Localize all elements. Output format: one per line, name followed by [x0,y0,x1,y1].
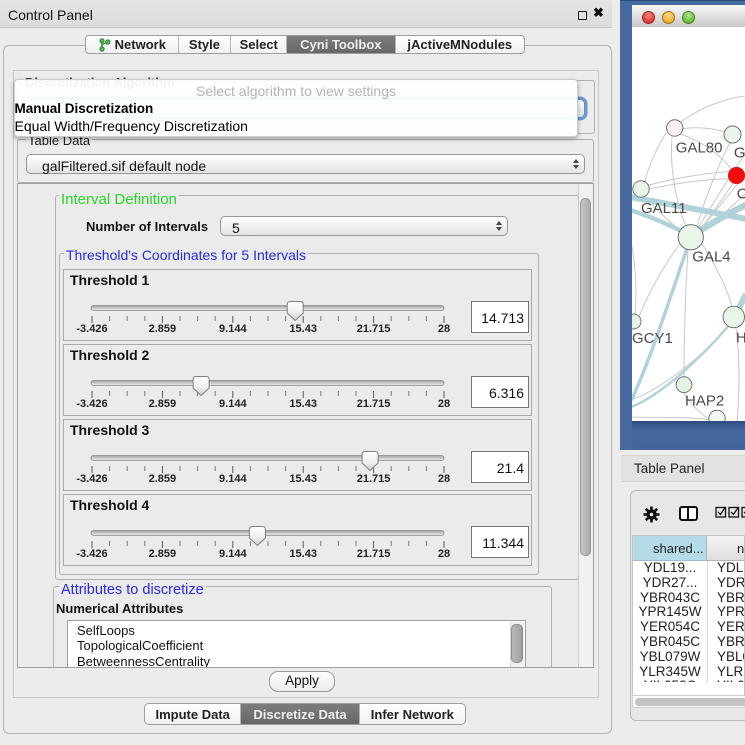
svg-text:2.859: 2.859 [149,548,177,560]
svg-text:9.144: 9.144 [219,473,247,485]
svg-text:-3.426: -3.426 [76,398,107,410]
svg-text:C: C [737,186,745,203]
svg-text:15.43: 15.43 [289,398,317,410]
svg-text:9.144: 9.144 [219,548,247,560]
svg-text:21.715: 21.715 [357,548,391,560]
svg-text:2.859: 2.859 [149,473,177,485]
svg-text:21.715: 21.715 [357,398,391,410]
svg-text:21.715: 21.715 [357,323,391,335]
svg-text:HAP2: HAP2 [685,393,724,410]
svg-text:28: 28 [438,473,450,485]
svg-text:H: H [736,330,745,347]
svg-text:GA: GA [734,145,745,162]
svg-text:9.144: 9.144 [219,398,247,410]
svg-text:2.859: 2.859 [149,323,177,335]
svg-text:GCY1: GCY1 [632,330,673,347]
svg-text:2.859: 2.859 [149,398,177,410]
svg-text:-3.426: -3.426 [76,473,107,485]
svg-text:-3.426: -3.426 [76,323,107,335]
svg-text:GAL11: GAL11 [641,200,687,217]
svg-text:GAL80: GAL80 [676,139,723,156]
svg-text:-3.426: -3.426 [76,548,107,560]
svg-text:28: 28 [438,323,450,335]
svg-text:9.144: 9.144 [219,323,247,335]
svg-text:15.43: 15.43 [289,548,317,560]
svg-text:28: 28 [438,398,450,410]
svg-text:15.43: 15.43 [289,323,317,335]
svg-text:GAL4: GAL4 [692,249,730,266]
svg-text:21.715: 21.715 [357,473,391,485]
svg-text:15.43: 15.43 [289,473,317,485]
svg-text:28: 28 [438,548,450,560]
